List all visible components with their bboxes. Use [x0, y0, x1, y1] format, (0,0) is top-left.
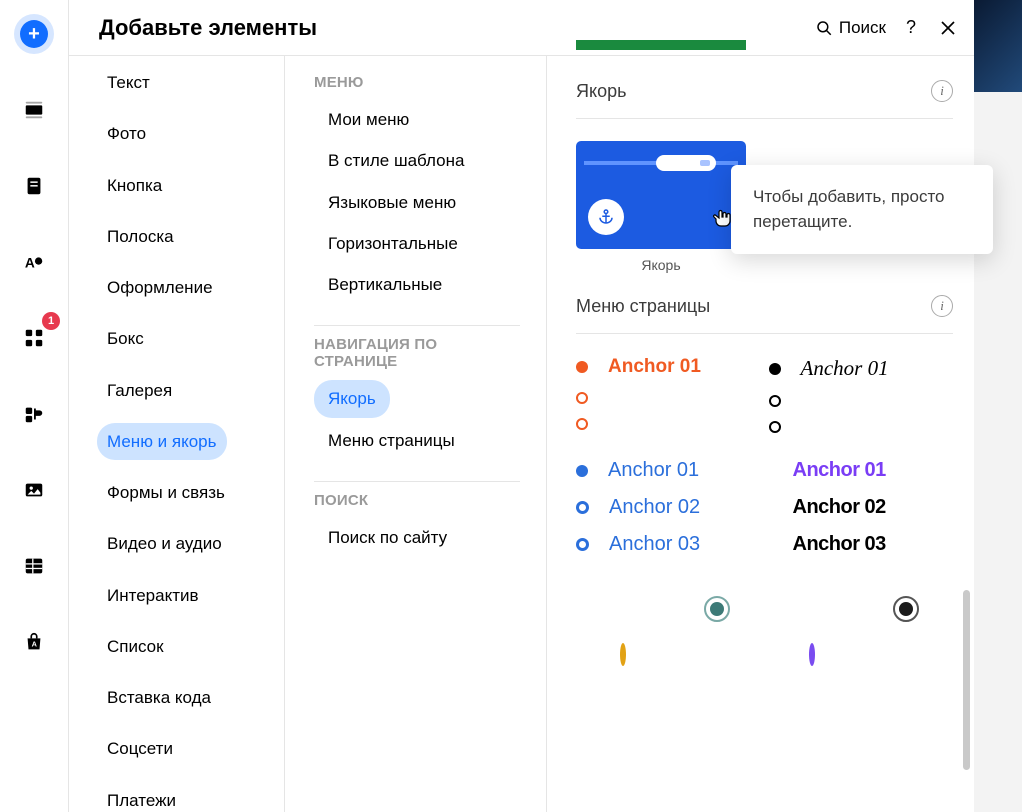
pagemenu-style-3[interactable]: Anchor 01 Anchor 02 Anchor 03: [576, 459, 761, 556]
divider: [576, 118, 953, 119]
category-column: Текст Фото Кнопка Полоска Оформление Бок…: [69, 64, 284, 812]
scrollbar[interactable]: [963, 590, 970, 770]
cat-text[interactable]: Текст: [97, 64, 160, 101]
svg-text:A: A: [32, 640, 38, 649]
cat-payments[interactable]: Платежи: [97, 782, 186, 812]
drag-tooltip: Чтобы добавить, просто перетащите.: [731, 165, 993, 254]
panel-title: Добавьте элементы: [99, 15, 317, 41]
sections-icon[interactable]: [14, 90, 54, 130]
cat-interactive[interactable]: Интерактив: [97, 577, 209, 614]
store-icon[interactable]: A: [14, 622, 54, 662]
dot-style-purple-ring[interactable]: [809, 646, 815, 664]
sec-search-heading: ПОИСК: [314, 492, 520, 509]
cat-strip[interactable]: Полоска: [97, 218, 184, 255]
sub-language[interactable]: Языковые меню: [314, 184, 470, 221]
preview-strip[interactable]: [576, 40, 746, 50]
apps-badge: 1: [42, 312, 60, 330]
anchor-icon: [588, 199, 624, 235]
anchor-element-card[interactable]: [576, 141, 746, 249]
preview-label: Anchor 02: [793, 496, 886, 519]
theme-icon[interactable]: A: [14, 242, 54, 282]
preview-label: Anchor 02: [609, 496, 700, 519]
anchor-section-title: Якорь: [576, 81, 626, 102]
sub-page-menu[interactable]: Меню страницы: [314, 422, 469, 459]
add-elements-panel: Добавьте элементы Поиск ? Текст Фото Кно…: [68, 0, 974, 812]
cat-box[interactable]: Бокс: [97, 320, 154, 357]
cat-video[interactable]: Видео и аудио: [97, 525, 232, 562]
elements-column[interactable]: Якорь i Якорь Меню страницы i: [546, 0, 975, 812]
tooltip-text: Чтобы добавить, просто перетащите.: [753, 187, 945, 231]
preview-label: Anchor 03: [609, 533, 700, 556]
dot-style-yellow-ring[interactable]: [620, 646, 626, 664]
cat-gallery[interactable]: Галерея: [97, 372, 182, 409]
data-icon[interactable]: [14, 546, 54, 586]
sub-horizontal[interactable]: Горизонтальные: [314, 225, 472, 262]
sub-vertical[interactable]: Вертикальные: [314, 266, 456, 303]
anchor-caption: Якорь: [576, 257, 746, 273]
preview-label: Anchor 03: [793, 533, 886, 556]
cat-code[interactable]: Вставка кода: [97, 679, 221, 716]
pagemenu-info-icon[interactable]: i: [931, 295, 953, 317]
sub-my-menus[interactable]: Мои меню: [314, 101, 423, 138]
preview-label: Anchor 01: [608, 459, 699, 482]
dot-style-black[interactable]: [893, 596, 919, 622]
canvas-background-top: [974, 0, 1022, 92]
sec-menu-heading: МЕНЮ: [314, 74, 520, 91]
pagemenu-style-1[interactable]: Anchor 01: [576, 356, 761, 433]
preview-label: Anchor 01: [793, 459, 886, 482]
sub-template[interactable]: В стиле шаблона: [314, 142, 478, 179]
preview-label: Anchor 01: [608, 356, 701, 378]
apps-icon[interactable]: 1: [14, 318, 54, 358]
add-elements-button[interactable]: +: [14, 14, 54, 54]
cat-social[interactable]: Соцсети: [97, 730, 183, 767]
pagemenu-dot-styles: [576, 596, 953, 664]
addons-icon[interactable]: [14, 394, 54, 434]
sec-nav-heading: НАВИГАЦИЯ ПО СТРАНИЦЕ: [314, 336, 520, 370]
pagemenu-style-2[interactable]: Anchor 01: [769, 356, 954, 433]
cat-decor[interactable]: Оформление: [97, 269, 223, 306]
left-rail: + A 1 A: [0, 0, 68, 812]
subcategory-column: МЕНЮ Мои меню В стиле шаблона Языковые м…: [284, 64, 546, 580]
sub-anchor[interactable]: Якорь: [314, 380, 390, 417]
divider: [576, 333, 953, 334]
preview-label: Anchor 01: [801, 356, 889, 381]
divider: [314, 481, 520, 482]
cat-menu-anchor[interactable]: Меню и якорь: [97, 423, 227, 460]
svg-text:A: A: [25, 256, 35, 271]
cat-photo[interactable]: Фото: [97, 115, 156, 152]
pagemenu-style-4[interactable]: Anchor 01 Anchor 02 Anchor 03: [769, 459, 954, 556]
dot-style-teal[interactable]: [704, 596, 730, 622]
sub-site-search[interactable]: Поиск по сайту: [314, 519, 461, 556]
divider: [314, 325, 520, 326]
cat-list[interactable]: Список: [97, 628, 174, 665]
media-icon[interactable]: [14, 470, 54, 510]
anchor-info-icon[interactable]: i: [931, 80, 953, 102]
cat-button[interactable]: Кнопка: [97, 167, 172, 204]
pages-icon[interactable]: [14, 166, 54, 206]
pagemenu-section-title: Меню страницы: [576, 296, 710, 317]
cat-forms[interactable]: Формы и связь: [97, 474, 235, 511]
